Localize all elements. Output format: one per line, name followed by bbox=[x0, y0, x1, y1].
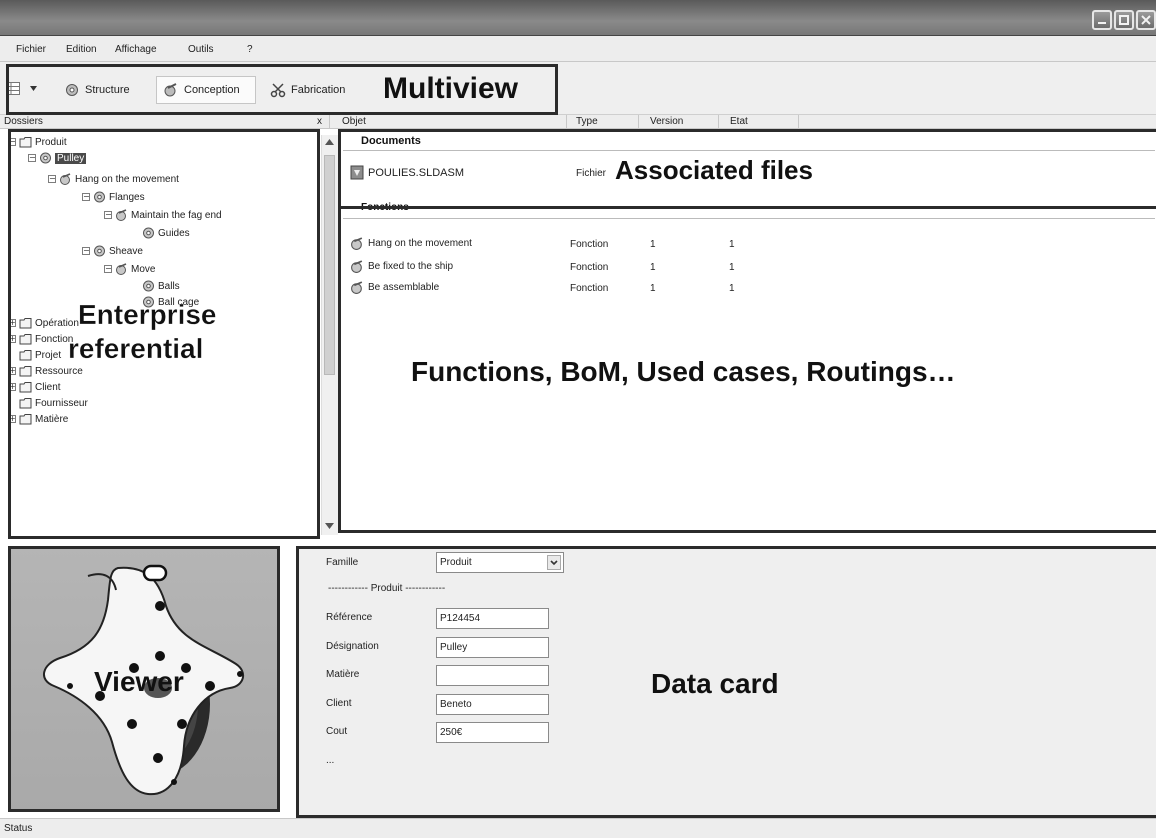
multiview-annotation: Multiview bbox=[383, 72, 519, 105]
close-icon bbox=[1141, 15, 1151, 25]
column-divider bbox=[638, 115, 639, 129]
minimize-icon bbox=[1098, 22, 1106, 24]
minimize-button[interactable] bbox=[1092, 10, 1112, 30]
functions-highlight bbox=[338, 206, 1156, 533]
folders-title: Dossiers bbox=[4, 116, 43, 127]
menu-affichage[interactable]: Affichage bbox=[115, 44, 157, 55]
maximize-button[interactable] bbox=[1114, 10, 1134, 30]
column-version[interactable]: Version bbox=[650, 115, 683, 128]
title-bar bbox=[0, 0, 1156, 36]
chevron-up-icon[interactable] bbox=[325, 139, 334, 145]
column-etat[interactable]: Etat bbox=[730, 115, 748, 128]
menu-bar: Fichier Edition Affichage Outils ? bbox=[0, 36, 1156, 62]
enterprise-highlight bbox=[8, 129, 320, 539]
close-panel-icon[interactable]: x bbox=[317, 115, 322, 128]
menu-help[interactable]: ? bbox=[247, 44, 253, 55]
menu-edition[interactable]: Edition bbox=[66, 44, 97, 55]
viewer-highlight bbox=[8, 546, 280, 812]
scroll-thumb[interactable] bbox=[324, 155, 335, 375]
associated-files-highlight bbox=[338, 129, 1156, 209]
menu-fichier[interactable]: Fichier bbox=[16, 44, 46, 55]
column-divider bbox=[798, 115, 799, 129]
objects-header: Objet Type Version Etat bbox=[330, 115, 1156, 129]
maximize-icon bbox=[1119, 15, 1129, 25]
menu-outils[interactable]: Outils bbox=[188, 44, 214, 55]
close-button[interactable] bbox=[1136, 10, 1156, 30]
status-text: Status bbox=[4, 823, 33, 834]
column-type[interactable]: Type bbox=[576, 115, 598, 128]
folders-header: Dossiers x bbox=[0, 115, 330, 129]
status-bar: Status bbox=[0, 818, 1156, 838]
column-objet[interactable]: Objet bbox=[342, 115, 366, 128]
column-divider bbox=[718, 115, 719, 129]
data-card-highlight bbox=[296, 546, 1156, 818]
chevron-down-icon[interactable] bbox=[325, 523, 334, 529]
column-divider bbox=[566, 115, 567, 129]
